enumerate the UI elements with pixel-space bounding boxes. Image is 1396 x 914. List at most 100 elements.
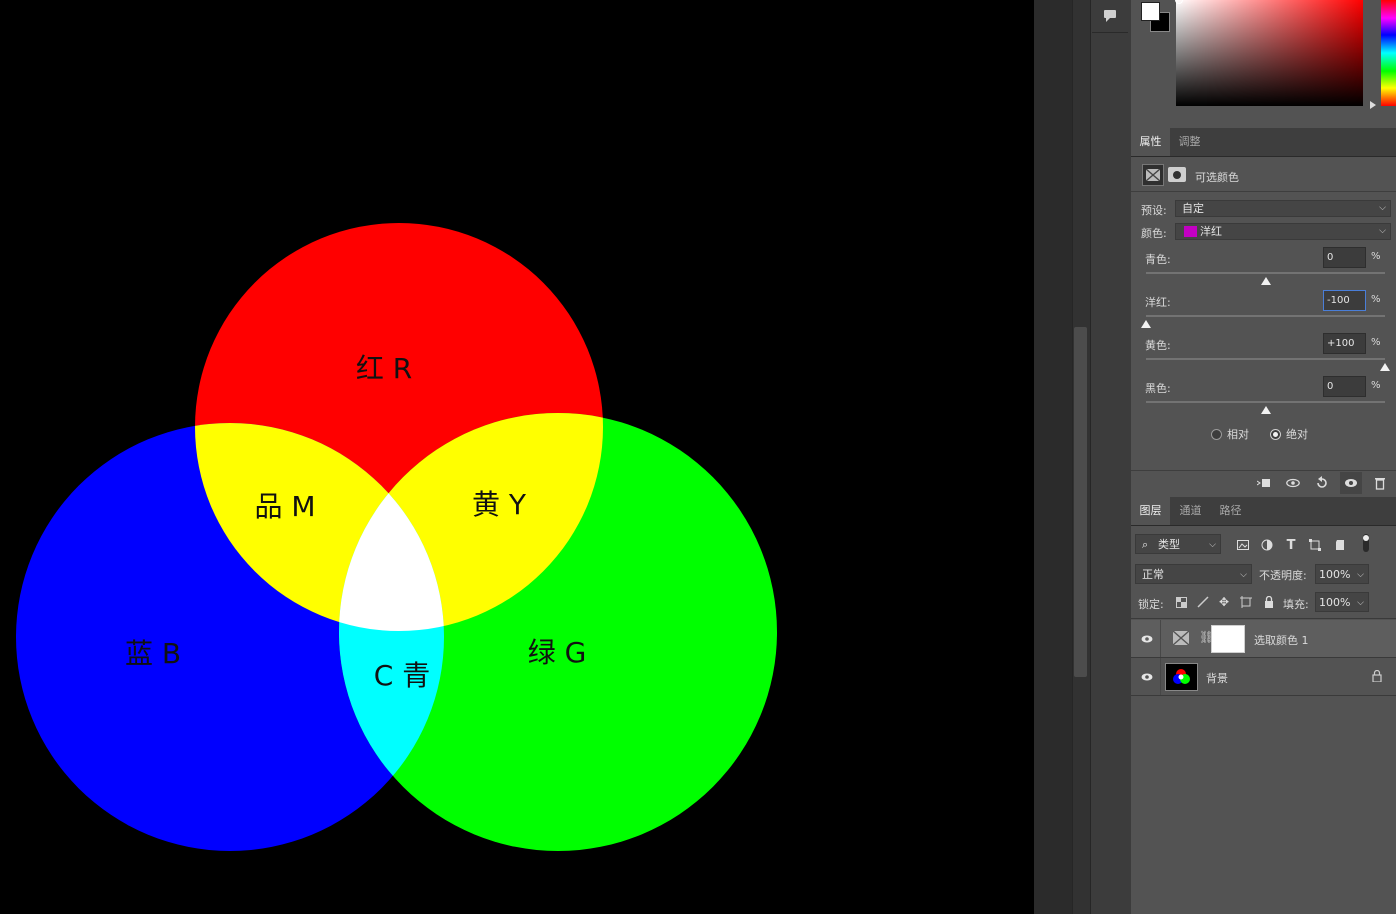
- preset-dropdown[interactable]: 自定 ⌵: [1175, 200, 1391, 217]
- layer-row-selective-color[interactable]: ⛓ 选取颜色 1: [1131, 620, 1396, 658]
- color-value: 洋红: [1200, 225, 1222, 238]
- layer-filter-dropdown[interactable]: ⌕ 类型 ⌵: [1135, 534, 1221, 554]
- adjustment-thumbnail-icon: [1172, 630, 1190, 646]
- eye-icon[interactable]: [1141, 633, 1153, 645]
- color-swatch: [1184, 226, 1197, 237]
- scrollbar-thumb[interactable]: [1074, 327, 1087, 677]
- opacity-value: 100%: [1319, 568, 1351, 581]
- percent-label: %: [1371, 251, 1381, 262]
- mask-icon[interactable]: [1168, 167, 1186, 182]
- rgb-venn-diagram: 红 R 品 M 黄 Y 蓝 B 绿 G C 青: [16, 223, 777, 851]
- chevron-down-icon: ⌵: [1357, 598, 1364, 608]
- adjustment-layer-icon: [1142, 164, 1164, 186]
- lock-image-pixels-icon[interactable]: [1195, 594, 1211, 610]
- chevron-down-icon: ⌵: [1357, 570, 1364, 580]
- view-previous-state-icon[interactable]: [1285, 475, 1301, 491]
- opacity-label: 不透明度:: [1259, 569, 1307, 582]
- fill-value: 100%: [1319, 596, 1351, 609]
- label-blue: 蓝 B: [125, 637, 181, 670]
- filter-adjustment-icon[interactable]: [1259, 537, 1275, 553]
- slider-handle[interactable]: [1380, 363, 1390, 371]
- radio-button-selected[interactable]: [1270, 428, 1281, 440]
- filter-toggle-icon[interactable]: [1358, 534, 1374, 552]
- layer-mask-thumbnail[interactable]: [1211, 625, 1245, 653]
- lock-icon: [1372, 669, 1382, 685]
- properties-tabbar: 属性 调整: [1131, 128, 1396, 157]
- tab-paths[interactable]: 路径: [1211, 497, 1250, 525]
- slider-handle[interactable]: [1260, 406, 1271, 414]
- fill-input[interactable]: 100% ⌵: [1315, 592, 1369, 612]
- color-label: 颜色:: [1141, 227, 1167, 240]
- yellow-value-input[interactable]: +100: [1323, 333, 1366, 354]
- cyan-value-input[interactable]: 0: [1323, 247, 1366, 268]
- opacity-input[interactable]: 100% ⌵: [1315, 564, 1369, 584]
- eye-icon[interactable]: [1141, 671, 1153, 683]
- tab-channels[interactable]: 通道: [1171, 497, 1210, 525]
- collapsed-panel-dock: [1090, 0, 1132, 914]
- radio-label: 相对: [1227, 428, 1249, 441]
- chevron-down-icon: ⌵: [1209, 540, 1216, 550]
- toggle-visibility-icon[interactable]: [1340, 472, 1362, 494]
- percent-label: %: [1371, 337, 1381, 348]
- tab-layers[interactable]: 图层: [1131, 497, 1170, 525]
- radio-relative[interactable]: 相对: [1211, 426, 1249, 442]
- dock-separator: [1092, 32, 1128, 33]
- slider-label: 黄色:: [1145, 339, 1171, 352]
- label-magenta: 品 M: [254, 490, 315, 523]
- layers-tabbar: 图层 通道 路径: [1131, 497, 1396, 526]
- adjustment-name: 可选颜色: [1195, 171, 1239, 184]
- preset-value: 自定: [1182, 202, 1204, 215]
- layer-thumbnail[interactable]: [1165, 663, 1198, 691]
- label-green: 绿 G: [528, 636, 587, 669]
- radio-absolute[interactable]: 绝对: [1270, 426, 1308, 442]
- label-yellow: 黄 Y: [472, 488, 527, 521]
- filter-type-icon[interactable]: T: [1283, 537, 1299, 553]
- blend-mode-dropdown[interactable]: 正常 ⌵: [1135, 564, 1252, 584]
- magenta-value-input[interactable]: -100: [1323, 290, 1366, 311]
- filter-smart-object-icon[interactable]: [1332, 537, 1348, 553]
- reset-icon[interactable]: [1314, 475, 1330, 491]
- color-dropdown[interactable]: 洋红 ⌵: [1175, 223, 1391, 240]
- chevron-down-icon: ⌵: [1379, 226, 1386, 236]
- slider-track[interactable]: [1146, 272, 1385, 274]
- lock-all-icon[interactable]: [1261, 594, 1277, 610]
- radio-button[interactable]: [1211, 428, 1222, 440]
- chevron-down-icon: ⌵: [1379, 203, 1386, 213]
- layers-divider: [1131, 618, 1396, 619]
- tab-adjustments[interactable]: 调整: [1170, 128, 1209, 156]
- slider-handle[interactable]: [1141, 320, 1151, 328]
- filter-shape-icon[interactable]: [1307, 537, 1323, 553]
- properties-divider: [1131, 191, 1396, 192]
- slider-track[interactable]: [1146, 358, 1385, 360]
- blend-mode-value: 正常: [1142, 568, 1164, 581]
- slider-label: 青色:: [1145, 253, 1171, 266]
- search-icon: ⌕: [1142, 538, 1149, 551]
- fill-label: 填充:: [1283, 598, 1309, 611]
- label-cyan: C 青: [374, 659, 430, 692]
- slider-track[interactable]: [1146, 401, 1385, 403]
- radio-label: 绝对: [1286, 428, 1308, 441]
- tab-properties[interactable]: 属性: [1131, 128, 1170, 156]
- clip-to-layer-icon[interactable]: [1256, 475, 1272, 491]
- preset-label: 预设:: [1141, 204, 1167, 217]
- hue-slider[interactable]: [1381, 0, 1396, 106]
- selective-color-icon: [1146, 169, 1160, 181]
- hue-slider-marker[interactable]: [1370, 101, 1376, 109]
- foreground-color-swatch[interactable]: [1141, 2, 1160, 21]
- lock-transparent-icon[interactable]: [1173, 594, 1189, 610]
- black-value-input[interactable]: 0: [1323, 376, 1366, 397]
- slider-handle[interactable]: [1260, 277, 1271, 285]
- trash-icon[interactable]: [1372, 475, 1388, 491]
- comments-button[interactable]: [1094, 2, 1126, 30]
- layer-row-background[interactable]: 背景: [1131, 658, 1396, 696]
- filter-kind-value: 类型: [1158, 538, 1180, 551]
- slider-label: 黑色:: [1145, 382, 1171, 395]
- lock-position-icon[interactable]: ✥: [1216, 594, 1232, 610]
- slider-track[interactable]: [1146, 315, 1385, 317]
- color-field[interactable]: [1176, 0, 1363, 106]
- layer-name: 背景: [1206, 672, 1228, 685]
- chevron-down-icon: ⌵: [1240, 570, 1247, 580]
- comment-icon: [1104, 10, 1116, 22]
- lock-artboard-icon[interactable]: [1238, 594, 1254, 610]
- filter-pixel-icon[interactable]: [1235, 537, 1251, 553]
